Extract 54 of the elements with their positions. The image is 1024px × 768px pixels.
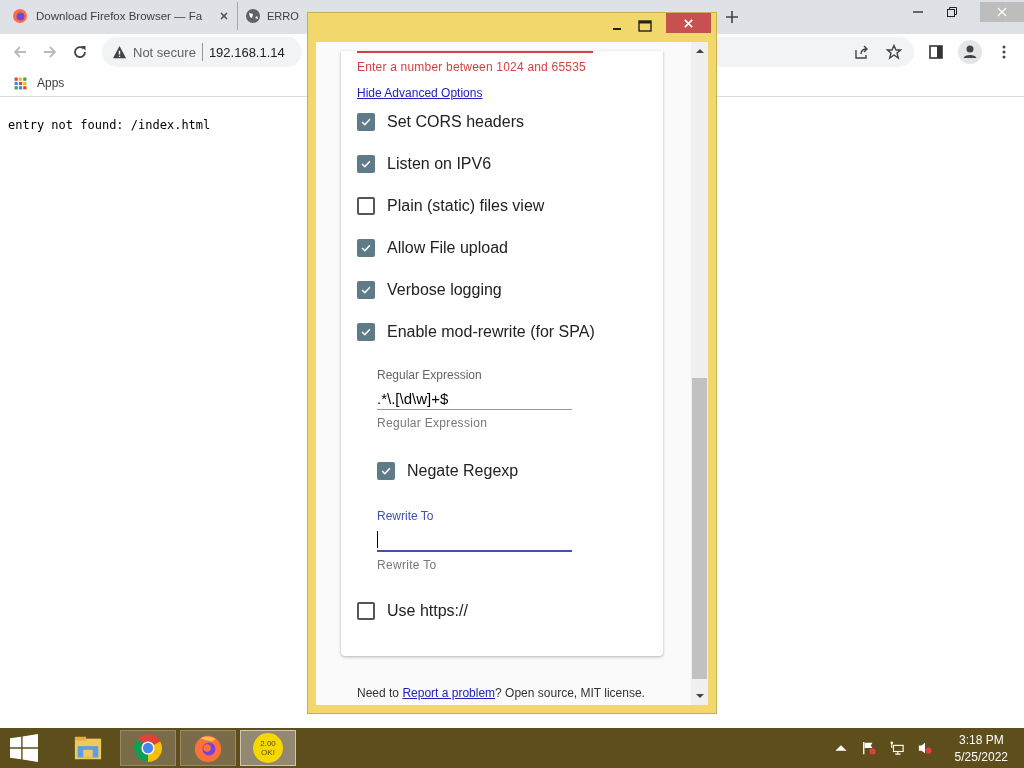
- clock[interactable]: 3:18 PM 5/25/2022: [954, 732, 1008, 764]
- helper-text: Regular Expression: [377, 416, 489, 430]
- https-checkbox[interactable]: Use https://: [357, 590, 647, 632]
- firefox-icon: [12, 8, 28, 24]
- maximize-icon[interactable]: [638, 20, 652, 32]
- bookmark-item[interactable]: Apps: [14, 76, 65, 90]
- browser-tab[interactable]: Download Firefox Browser — Fa: [0, 2, 238, 30]
- start-icon[interactable]: [10, 734, 38, 762]
- firefox-icon: [193, 733, 223, 763]
- network-icon[interactable]: [889, 741, 904, 755]
- rewrite-field[interactable]: Rewrite To: [377, 504, 572, 552]
- taskbar-button[interactable]: [120, 730, 176, 766]
- app-icon: 2.00 OK!: [253, 733, 283, 763]
- scrollbar[interactable]: [691, 42, 708, 705]
- security-label: Not secure: [133, 44, 196, 60]
- error-text: entry not found: /index.html: [8, 118, 211, 132]
- taskbar-button[interactable]: [180, 730, 236, 766]
- restore-icon[interactable]: [946, 6, 958, 18]
- flag-icon[interactable]: [861, 741, 876, 755]
- port-error-text: Enter a number between 1024 and 65535: [357, 60, 587, 74]
- option-checkbox[interactable]: Enable mod-rewrite (for SPA): [357, 311, 647, 353]
- reload-icon[interactable]: [72, 44, 88, 60]
- url-text: 192.168.1.14: [208, 44, 285, 60]
- browser-tab[interactable]: ERRO: [238, 2, 299, 30]
- share-icon[interactable]: [854, 44, 870, 60]
- close-button[interactable]: [666, 13, 711, 33]
- globe-icon: [245, 8, 261, 24]
- profile-icon[interactable]: [958, 40, 982, 64]
- chrome-icon: [133, 733, 163, 763]
- star-icon[interactable]: [886, 44, 902, 60]
- report-problem-link[interactable]: Report a problem: [402, 686, 496, 700]
- option-checkbox[interactable]: Set CORS headers: [357, 101, 647, 143]
- taskbar-button[interactable]: 2.00 OK!: [240, 730, 296, 766]
- speaker-icon[interactable]: [917, 741, 932, 755]
- close-icon: [683, 17, 694, 29]
- side-panel-icon[interactable]: [928, 44, 944, 60]
- scroll-up-icon[interactable]: [695, 48, 704, 54]
- option-checkbox[interactable]: Allow File upload: [357, 227, 647, 269]
- advanced-options-link[interactable]: Hide Advanced Options: [357, 86, 483, 100]
- scroll-down-icon[interactable]: [695, 693, 704, 699]
- option-checkbox[interactable]: Plain (static) files view: [357, 185, 647, 227]
- close-icon: [996, 6, 1008, 18]
- address-bar[interactable]: Not secure 192.168.1.14: [102, 37, 302, 67]
- footer-text: ? Open source, MIT license.: [495, 686, 645, 700]
- apps-icon: [14, 76, 27, 90]
- option-checkbox[interactable]: Listen on IPV6: [357, 143, 647, 185]
- negate-checkbox[interactable]: Negate Regexp: [377, 450, 647, 492]
- footer-text: Need to: [357, 686, 400, 700]
- warning-icon: [112, 44, 127, 60]
- regex-field[interactable]: Regular Expression .*\.[\d\w]+$: [377, 363, 572, 410]
- option-checkbox[interactable]: Verbose logging: [357, 269, 647, 311]
- new-tab-icon[interactable]: [725, 10, 739, 24]
- close-icon[interactable]: [219, 11, 229, 21]
- helper-text: Rewrite To: [377, 558, 438, 572]
